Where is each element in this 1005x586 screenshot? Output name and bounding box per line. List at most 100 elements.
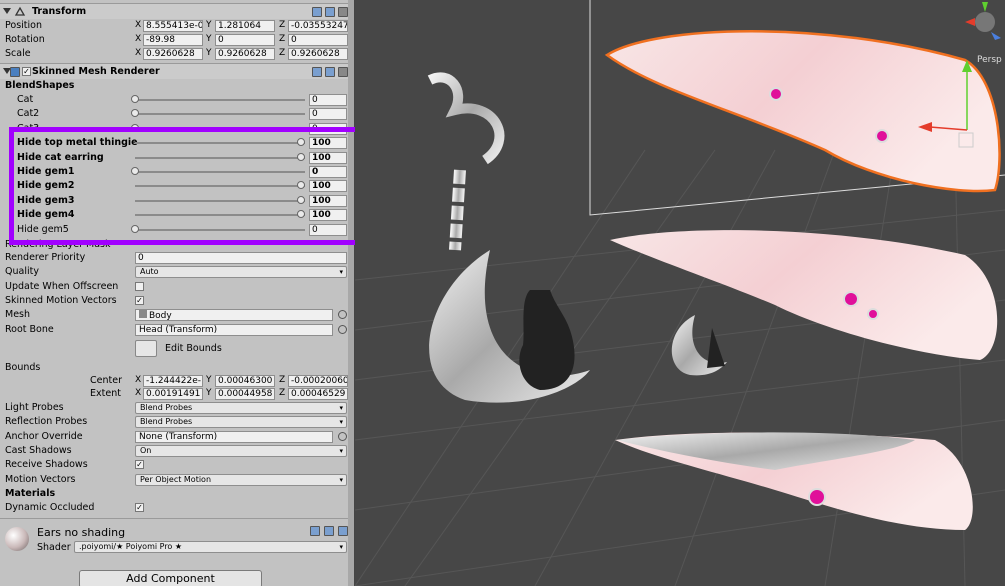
slider-thumb[interactable]: [297, 152, 305, 161]
extent-x-field[interactable]: 0.00191491: [143, 388, 203, 400]
receive-shadows-label: Receive Shadows: [5, 459, 88, 470]
smr-title: Skinned Mesh Renderer: [32, 66, 160, 77]
scene-svg[interactable]: Persp: [355, 0, 1005, 586]
root-bone-field[interactable]: Head (Transform): [135, 324, 333, 336]
scale-x-field[interactable]: 0.9260628: [143, 48, 203, 60]
blendshape-value-field[interactable]: 100: [309, 137, 347, 150]
cast-shadows-dropdown[interactable]: On ▾: [135, 445, 347, 457]
motion-vectors-dropdown[interactable]: Per Object Motion ▾: [135, 474, 347, 486]
material-header-icon[interactable]: [324, 526, 334, 536]
root-bone-label: Root Bone: [5, 324, 54, 335]
center-z-field[interactable]: -0.00020060: [288, 375, 348, 387]
object-picker-icon[interactable]: [338, 325, 347, 334]
rotation-x-field[interactable]: -89.98: [143, 34, 203, 46]
renderer-priority-field[interactable]: 0: [135, 252, 347, 264]
blendshape-value-field[interactable]: 100: [309, 180, 347, 193]
scale-z-field[interactable]: 0.9260628: [288, 48, 348, 60]
persp-label[interactable]: Persp: [977, 55, 1002, 65]
slider-thumb[interactable]: [297, 210, 305, 219]
reflection-probes-dropdown[interactable]: Blend Probes ▾: [135, 416, 347, 428]
smr-header[interactable]: ✓ Skinned Mesh Renderer: [0, 63, 350, 79]
transform-header[interactable]: Transform: [0, 3, 350, 19]
blendshape-slider[interactable]: [135, 228, 305, 231]
gear-icon[interactable]: [338, 67, 348, 77]
blendshape-value-field[interactable]: 0: [309, 94, 347, 106]
transform-position-row: Position X 8.555413e-0 Y 1.281064 Z -0.0355324…: [0, 19, 350, 33]
slider-thumb[interactable]: [131, 167, 139, 175]
update-offscreen-checkbox[interactable]: [135, 282, 144, 291]
anchor-override-value: None (Transform): [139, 432, 218, 442]
slider-thumb[interactable]: [131, 123, 139, 132]
blendshape-row: Hide gem5 0: [0, 223, 350, 237]
edit-bounds-button[interactable]: [135, 340, 157, 357]
receive-shadows-checkbox[interactable]: ✓: [135, 460, 144, 469]
scale-label[interactable]: Scale: [5, 48, 31, 59]
blendshapes-foldout[interactable]: BlendShapes: [0, 79, 350, 93]
blendshape-value-field[interactable]: 100: [309, 151, 347, 164]
blendshape-slider[interactable]: [135, 113, 305, 116]
rotation-y-field[interactable]: 0: [215, 34, 275, 46]
help-icon[interactable]: [312, 67, 322, 77]
help-icon[interactable]: [312, 7, 322, 17]
reflection-probes-row: Reflection Probes Blend Probes ▾: [0, 415, 350, 429]
position-z-field[interactable]: -0.03553247: [288, 20, 348, 32]
object-picker-icon[interactable]: [338, 310, 347, 319]
blendshape-slider[interactable]: [135, 99, 305, 101]
help-icon[interactable]: [325, 7, 335, 17]
dynamic-occluded-checkbox[interactable]: ✓: [135, 503, 144, 512]
renderer-priority-label: Renderer Priority: [5, 252, 86, 263]
slider-thumb[interactable]: [297, 181, 305, 190]
ear-selected[interactable]: [604, 30, 1001, 193]
slider-thumb[interactable]: [297, 138, 305, 147]
material-header-icon[interactable]: [338, 526, 348, 536]
blendshape-slider[interactable]: [135, 171, 305, 173]
blendshape-value-field[interactable]: 100: [309, 209, 347, 222]
scale-y-field[interactable]: 0.9260628: [215, 48, 275, 60]
blendshape-value-field[interactable]: 0: [309, 166, 347, 178]
object-picker-icon[interactable]: [338, 432, 347, 441]
rotation-label[interactable]: Rotation: [5, 34, 45, 45]
center-y-field[interactable]: 0.00046300: [215, 375, 275, 387]
extent-z-field[interactable]: 0.00046529: [288, 388, 348, 400]
blendshape-slider[interactable]: [135, 127, 305, 130]
quality-dropdown[interactable]: Auto ▾: [135, 266, 347, 278]
mesh-field[interactable]: Body: [135, 309, 333, 321]
blendshape-slider[interactable]: [135, 156, 305, 159]
light-probes-dropdown[interactable]: Blend Probes ▾: [135, 402, 347, 414]
slider-thumb[interactable]: [131, 109, 139, 118]
chevron-down-icon: ▾: [339, 418, 343, 426]
material-header-icon[interactable]: [310, 526, 320, 536]
slider-thumb[interactable]: [297, 195, 305, 204]
ear-middle[interactable]: [610, 230, 998, 360]
blendshape-value-field[interactable]: 0: [309, 122, 347, 135]
center-x-field[interactable]: -1.244422e-: [143, 375, 203, 387]
extent-y-field[interactable]: 0.00044958: [215, 388, 275, 400]
gear-icon[interactable]: [338, 7, 348, 17]
scene-orientation-gizmo[interactable]: [965, 2, 1001, 40]
blendshape-slider[interactable]: [135, 185, 305, 188]
blendshape-value-field[interactable]: 0: [309, 223, 347, 236]
inspector-scrollbar[interactable]: [348, 0, 354, 586]
position-y-field[interactable]: 1.281064: [215, 20, 275, 32]
blendshape-slider[interactable]: [135, 142, 305, 145]
anchor-override-field[interactable]: None (Transform): [135, 431, 333, 443]
smr-enabled-checkbox[interactable]: ✓: [22, 67, 31, 76]
help-icon[interactable]: [325, 67, 335, 77]
blendshape-name: Hide gem4: [17, 209, 75, 221]
blendshape-slider[interactable]: [135, 199, 305, 202]
blendshape-value-field[interactable]: 0: [309, 108, 347, 121]
material-header[interactable]: Ears no shading Shader .poiyomi/★ Poiyomi …: [0, 520, 350, 560]
position-x-field[interactable]: 8.555413e-0: [143, 20, 203, 32]
blendshape-value-field[interactable]: 100: [309, 194, 347, 207]
shader-dropdown[interactable]: .poiyomi/★ Poiyomi Pro ★ ▾: [74, 541, 347, 553]
foldout-arrow-icon[interactable]: [3, 8, 11, 14]
skinned-motion-checkbox[interactable]: ✓: [135, 296, 144, 305]
scene-viewport[interactable]: Persp: [355, 0, 1005, 586]
slider-thumb[interactable]: [131, 95, 139, 103]
slider-thumb[interactable]: [131, 224, 139, 233]
dropdown-value: Auto: [140, 267, 159, 276]
position-label[interactable]: Position: [5, 20, 42, 31]
add-component-button[interactable]: Add Component: [79, 570, 262, 586]
blendshape-slider[interactable]: [135, 214, 305, 217]
rotation-z-field[interactable]: 0: [288, 34, 348, 46]
